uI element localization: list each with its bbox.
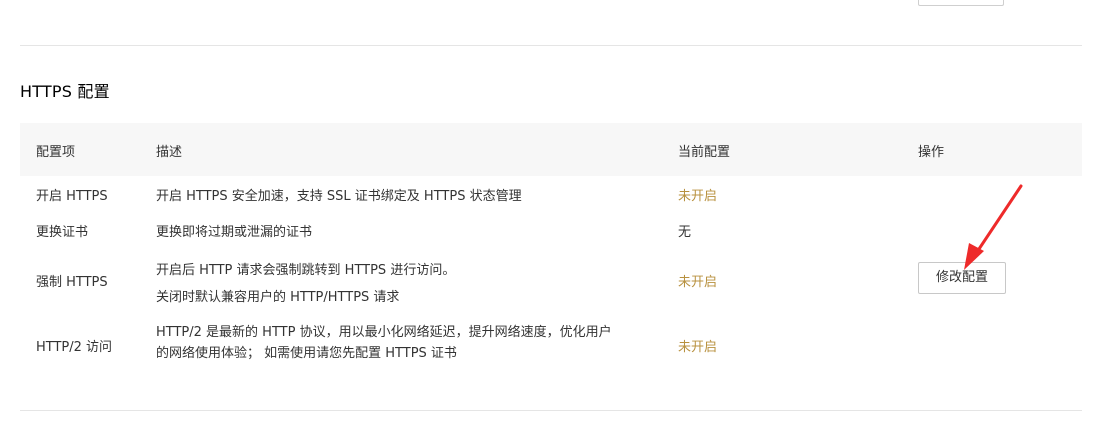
status-value: 未开启: [678, 189, 718, 204]
row-item-enable-https: 开启 HTTPS: [36, 189, 108, 204]
modify-config-button[interactable]: 修改配置: [918, 262, 1006, 294]
table-header: 配置项 描述 当前配置 操作: [20, 123, 1082, 176]
row-description: HTTP/2 是最新的 HTTP 协议，用以最小化网络延迟，提升网络速度，优化用…: [156, 322, 612, 364]
header-description: 描述: [156, 145, 183, 160]
previous-section-button[interactable]: [918, 0, 1004, 6]
description-line: 的网络使用体验； 如需使用请您先配置 HTTPS 证书: [156, 346, 457, 361]
table-row: 更换证书 更换即将过期或泄漏的证书 无: [20, 212, 1082, 250]
description-line: HTTP/2 是最新的 HTTP 协议，用以最小化网络延迟，提升网络速度，优化用…: [156, 325, 612, 340]
row-item-http2: HTTP/2 访问: [36, 340, 113, 355]
status-value: 未开启: [678, 340, 718, 355]
header-current: 当前配置: [678, 145, 731, 160]
table-row: 强制 HTTPS 开启后 HTTP 请求会强制跳转到 HTTPS 进行访问。 关…: [20, 250, 1082, 316]
description-line: 开启后 HTTP 请求会强制跳转到 HTTPS 进行访问。: [156, 263, 456, 278]
row-item-replace-cert: 更换证书: [36, 225, 89, 240]
row-description: 更换即将过期或泄漏的证书: [156, 225, 313, 240]
https-config-table: 配置项 描述 当前配置 操作 开启 HTTPS 开启 HTTPS 安全加速，支持…: [20, 123, 1082, 380]
description-line: 关闭时默认兼容用户的 HTTP/HTTPS 请求: [156, 290, 400, 305]
status-value: 无: [678, 225, 692, 240]
row-description: 开启 HTTPS 安全加速，支持 SSL 证书绑定及 HTTPS 状态管理: [156, 189, 522, 204]
row-description: 开启后 HTTP 请求会强制跳转到 HTTPS 进行访问。 关闭时默认兼容用户的…: [156, 257, 455, 311]
row-item-force-https: 强制 HTTPS: [36, 275, 108, 290]
header-item: 配置项: [36, 145, 76, 160]
header-action: 操作: [918, 145, 945, 160]
section-divider-bottom: [20, 410, 1082, 411]
section-title: HTTPS 配置: [20, 82, 110, 101]
section-divider-top: [20, 45, 1082, 46]
table-row: 开启 HTTPS 开启 HTTPS 安全加速，支持 SSL 证书绑定及 HTTP…: [20, 176, 1082, 212]
table-row: HTTP/2 访问 HTTP/2 是最新的 HTTP 协议，用以最小化网络延迟，…: [20, 316, 1082, 380]
status-value: 未开启: [678, 275, 718, 290]
